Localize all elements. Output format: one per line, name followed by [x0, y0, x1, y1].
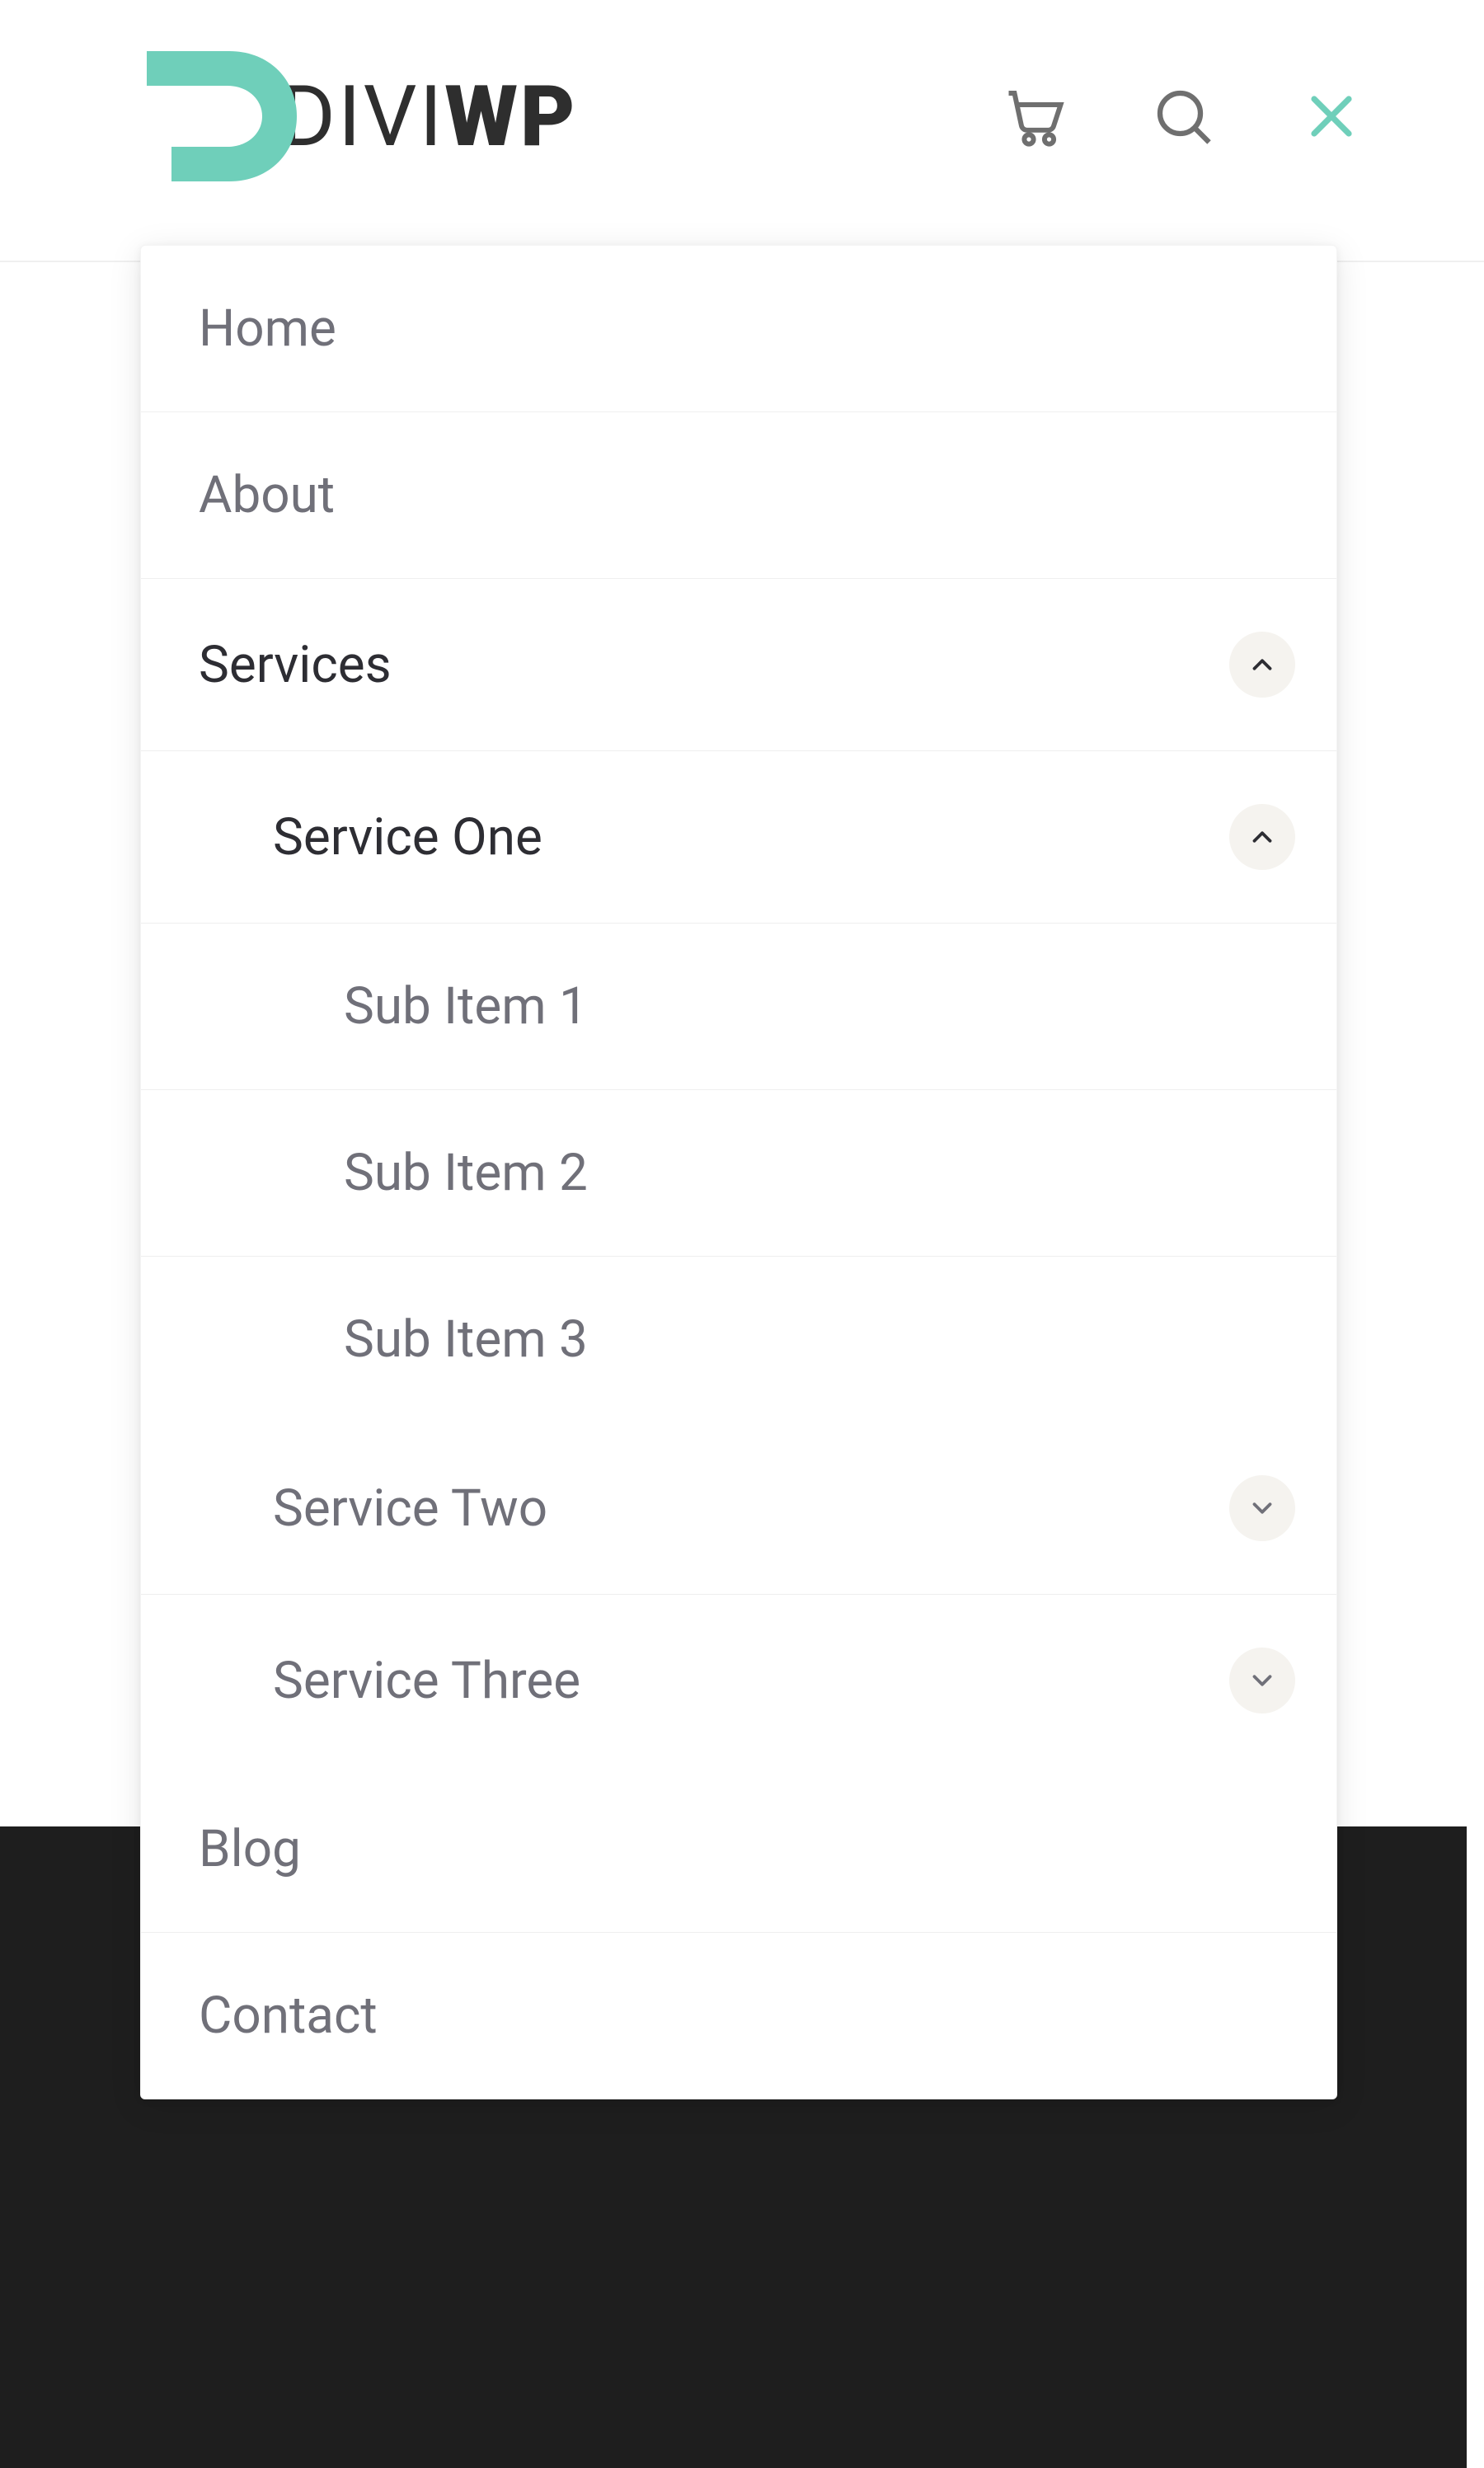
menu-services-children: Service One Sub Item 1 Sub Item 2 Sub It…	[141, 751, 1336, 1766]
menu-item-label: Blog	[199, 1819, 301, 1879]
menu-item-label: Service Two	[273, 1478, 547, 1539]
menu-item-contact[interactable]: Contact	[141, 1933, 1336, 2099]
menu-item-label: Service One	[273, 807, 542, 867]
chevron-up-icon[interactable]	[1229, 632, 1295, 698]
menu-item-label: Contact	[199, 1986, 378, 2046]
chevron-up-icon[interactable]	[1229, 804, 1295, 870]
menu-item-blog[interactable]: Blog	[141, 1766, 1336, 1933]
menu-item-label: Sub Item 1	[344, 976, 588, 1037]
logo-mark-icon	[139, 46, 303, 186]
menu-item-label: Services	[199, 635, 392, 695]
close-icon[interactable]	[1294, 79, 1369, 153]
logo-wordmark: DIVIWP	[280, 67, 577, 166]
menu-item-service-two[interactable]: Service Two	[141, 1422, 1336, 1595]
logo-text-bold: WP	[444, 67, 577, 166]
menu-item-label: Home	[199, 299, 336, 359]
menu-item-home[interactable]: Home	[141, 246, 1336, 412]
menu-item-about[interactable]: About	[141, 412, 1336, 579]
menu-item-label: About	[199, 465, 335, 525]
menu-item-service-one[interactable]: Service One	[141, 751, 1336, 924]
menu-item-label: Sub Item 2	[344, 1143, 588, 1203]
menu-item-label: Service Three	[273, 1651, 580, 1711]
site-header: DIVIWP	[0, 0, 1484, 262]
menu-item-sub3[interactable]: Sub Item 3	[141, 1257, 1336, 1422]
menu-item-service-three[interactable]: Service Three	[141, 1595, 1336, 1766]
search-icon[interactable]	[1146, 79, 1220, 153]
header-actions	[998, 79, 1369, 153]
menu-item-services[interactable]: Services	[141, 579, 1336, 751]
menu-item-sub2[interactable]: Sub Item 2	[141, 1090, 1336, 1257]
chevron-down-icon[interactable]	[1229, 1648, 1295, 1713]
logo-text-thin: DIVI	[280, 67, 444, 166]
cart-icon[interactable]	[998, 79, 1072, 153]
menu-item-sub1[interactable]: Sub Item 1	[141, 924, 1336, 1090]
site-logo[interactable]: DIVIWP	[139, 46, 577, 186]
menu-item-label: Sub Item 3	[344, 1309, 588, 1370]
menu-service-one-children: Sub Item 1 Sub Item 2 Sub Item 3	[141, 924, 1336, 1422]
chevron-down-icon[interactable]	[1229, 1475, 1295, 1541]
mobile-menu-panel: Home About Services Service One Sub Item…	[140, 245, 1337, 2099]
